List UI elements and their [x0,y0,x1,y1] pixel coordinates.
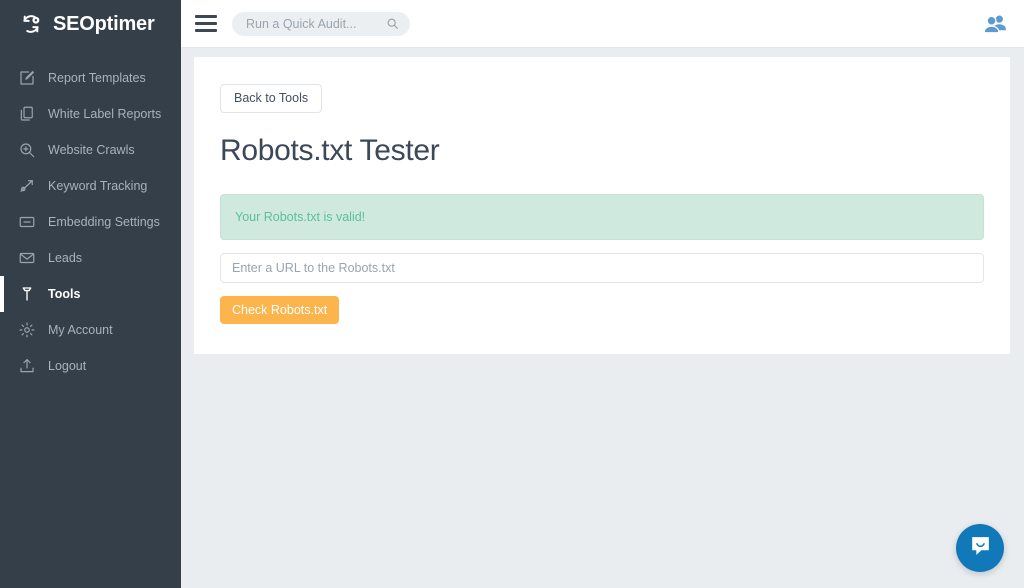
sidebar-item-leads[interactable]: Leads [0,240,181,276]
trend-line-icon [18,177,36,195]
pencil-square-icon [18,69,36,87]
copy-documents-icon [18,105,36,123]
sidebar-item-label: White Label Reports [48,107,161,121]
users-people-icon[interactable] [982,11,1008,37]
app-root: SEOptimer Report Templates White Label R… [0,0,1024,588]
chat-bubble-smile-icon [968,533,993,563]
page-title: Robots.txt Tester [220,134,984,168]
sidebar-item-white-label-reports[interactable]: White Label Reports [0,96,181,132]
sidebar-item-label: Report Templates [48,71,146,85]
gear-icon [18,321,36,339]
sidebar-item-label: My Account [48,323,113,337]
sidebar-item-report-templates[interactable]: Report Templates [0,60,181,96]
seoptimer-gear-arrows-logo-icon [18,11,44,37]
main-area: Back to Tools Robots.txt Tester Your Rob… [181,0,1024,588]
sidebar-item-website-crawls[interactable]: Website Crawls [0,132,181,168]
sidebar-item-tools[interactable]: Tools [0,276,181,312]
sidebar-item-label: Tools [48,287,80,301]
sidebar-item-keyword-tracking[interactable]: Keyword Tracking [0,168,181,204]
search-input[interactable] [232,12,410,36]
robots-url-input[interactable] [220,253,984,283]
check-robots-button[interactable]: Check Robots.txt [220,296,339,325]
upload-arrow-icon [18,357,36,375]
sidebar-item-logout[interactable]: Logout [0,348,181,384]
brand-logo-area[interactable]: SEOptimer [0,0,181,48]
sidebar-item-label: Embedding Settings [48,215,160,229]
hamburger-bar [195,22,217,25]
tool-card: Back to Tools Robots.txt Tester Your Rob… [194,57,1010,354]
status-badge: Your Robots.txt is valid! [220,194,984,240]
chat-launcher-button[interactable] [956,524,1004,572]
quick-audit-search [232,12,410,36]
hamburger-menu-icon[interactable] [195,13,217,35]
brand-name: SEOptimer [53,13,155,36]
sidebar-item-label: Logout [48,359,86,373]
sidebar-item-label: Keyword Tracking [48,179,147,193]
sidebar-item-label: Leads [48,251,82,265]
content-area: Back to Tools Robots.txt Tester Your Rob… [181,48,1024,588]
code-box-icon [18,213,36,231]
hammer-icon [18,285,36,303]
envelope-icon [18,249,36,267]
magnifier-plus-icon [18,141,36,159]
sidebar: SEOptimer Report Templates White Label R… [0,0,181,588]
sidebar-item-embedding-settings[interactable]: Embedding Settings [0,204,181,240]
hamburger-bar [195,15,217,18]
topbar [181,0,1024,48]
sidebar-nav: Report Templates White Label Reports Web… [0,60,181,384]
sidebar-item-label: Website Crawls [48,143,135,157]
back-to-tools-button[interactable]: Back to Tools [220,84,322,113]
sidebar-item-my-account[interactable]: My Account [0,312,181,348]
hamburger-bar [195,29,217,32]
